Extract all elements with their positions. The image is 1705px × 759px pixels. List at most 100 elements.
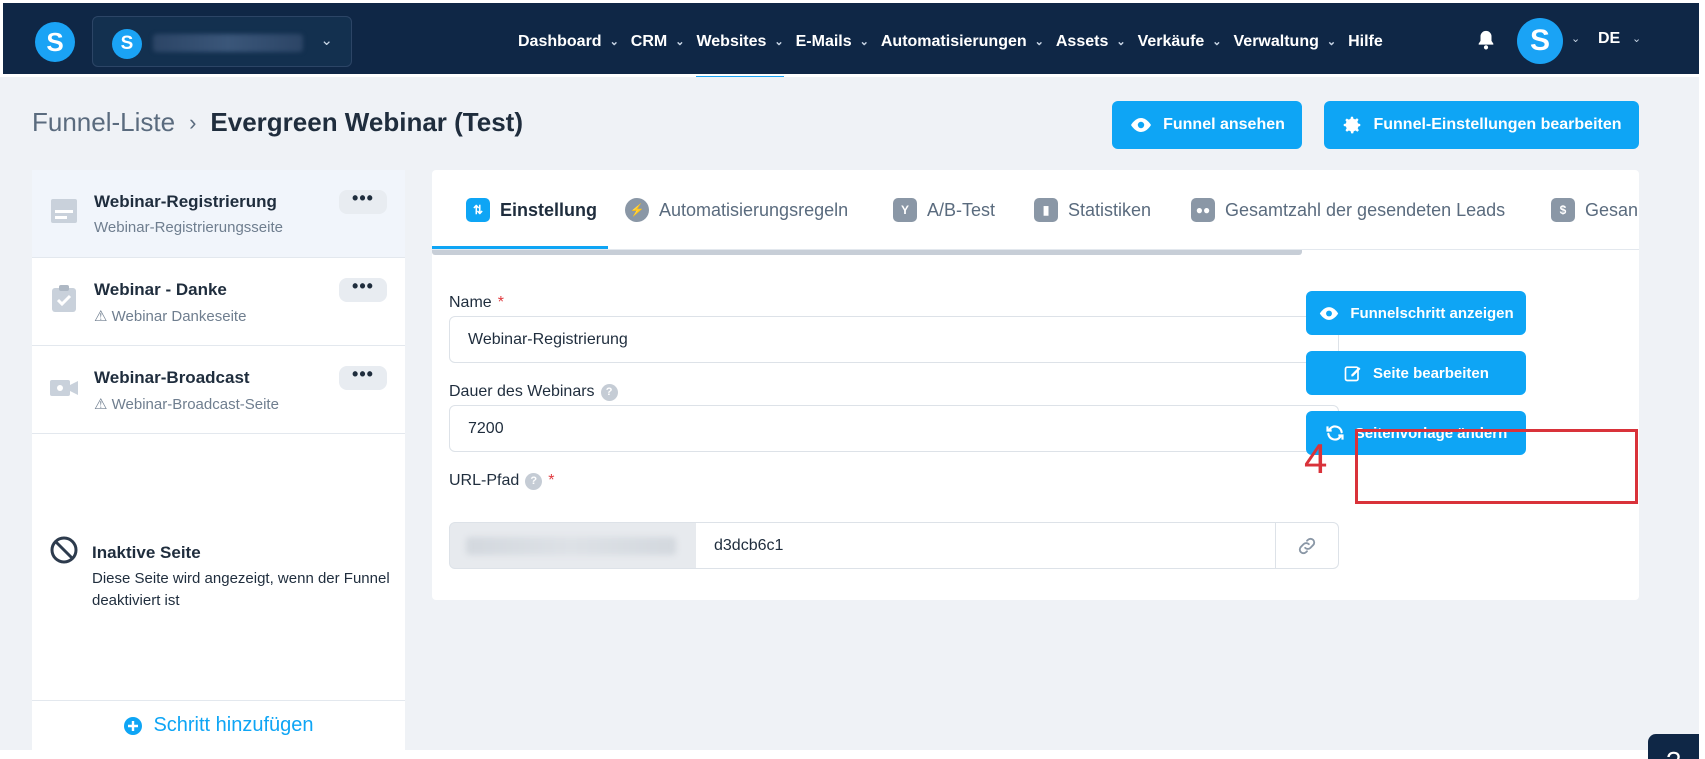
nav-websites[interactable]: Websites ⌄ bbox=[696, 3, 784, 80]
nav-verkaeufe[interactable]: Verkäufe ⌄ bbox=[1138, 3, 1222, 80]
tab-label: A/B-Test bbox=[927, 199, 996, 220]
chevron-down-icon: ⌄ bbox=[320, 32, 333, 49]
eye-icon bbox=[1131, 118, 1152, 132]
nav-label: CRM bbox=[630, 32, 668, 50]
tab-label: Gesan bbox=[1585, 199, 1639, 220]
breadcrumb-funnel-list[interactable]: Funnel-Liste bbox=[32, 107, 175, 138]
nav-label: E-Mails bbox=[795, 32, 852, 50]
nav-label: Assets bbox=[1055, 32, 1109, 50]
chevron-down-icon[interactable]: ⌄ bbox=[1571, 32, 1580, 45]
duration-input[interactable]: 7200 bbox=[449, 405, 1339, 452]
edit-icon bbox=[1344, 366, 1361, 382]
step-settings-panel: ⇅ Einstellung ⚡ Automatisierungsregeln Y… bbox=[432, 170, 1639, 600]
bolt-icon: ⚡ bbox=[625, 198, 649, 222]
edit-funnel-settings-button[interactable]: Funnel-Einstellungen bearbeiten bbox=[1324, 101, 1639, 149]
view-step-label: Funnelschritt anzeigen bbox=[1350, 304, 1514, 322]
video-camera-icon bbox=[50, 380, 78, 396]
step-webinar-broadcast[interactable]: Webinar-Broadcast ⚠ Webinar-Broadcast-Se… bbox=[32, 346, 405, 434]
tab-bar: ⇅ Einstellung ⚡ Automatisierungsregeln Y… bbox=[432, 170, 1639, 250]
nav-emails[interactable]: E-Mails ⌄ bbox=[796, 3, 869, 80]
view-step-button[interactable]: Funnelschritt anzeigen bbox=[1306, 291, 1526, 335]
account-switcher[interactable]: S ⌄ bbox=[92, 16, 352, 67]
step-title: Webinar-Registrierung bbox=[94, 192, 277, 211]
url-path-input[interactable]: d3dcb6c1 bbox=[696, 522, 1276, 569]
user-avatar[interactable]: S bbox=[1517, 18, 1563, 64]
tab-scrollbar[interactable] bbox=[432, 250, 1302, 255]
users-icon: ●● bbox=[1191, 198, 1215, 222]
chevron-down-icon: ⌄ bbox=[609, 36, 619, 48]
more-options-button[interactable]: ••• bbox=[339, 277, 387, 302]
required-mark: * bbox=[497, 294, 504, 311]
edit-page-button[interactable]: Seite bearbeiten bbox=[1306, 351, 1526, 395]
dollar-icon: $ bbox=[1551, 198, 1575, 222]
app-logo[interactable]: S bbox=[35, 22, 75, 62]
tab-label: Statistiken bbox=[1068, 199, 1152, 220]
account-logo: S bbox=[112, 29, 142, 59]
inactive-page-title[interactable]: Inaktive Seite bbox=[92, 543, 201, 563]
chevron-down-icon: ⌄ bbox=[675, 36, 685, 48]
clipboard-check-icon bbox=[52, 285, 76, 312]
nav-automatisierungen[interactable]: Automatisierungen ⌄ bbox=[881, 3, 1044, 80]
tab-statistiken[interactable]: ▮ Statistiken bbox=[1034, 198, 1151, 222]
language-selector[interactable]: DE bbox=[1598, 30, 1620, 48]
duration-label-text: Dauer des Webinars bbox=[449, 383, 595, 400]
annotation-highlight-box bbox=[1355, 429, 1638, 504]
content-area: Funnel-Liste › Evergreen Webinar (Test) … bbox=[0, 77, 1699, 759]
step-webinar-registrierung[interactable]: Webinar-Registrierung Webinar-Registrier… bbox=[32, 170, 405, 258]
nav-crm[interactable]: CRM ⌄ bbox=[631, 3, 685, 80]
chevron-down-icon: ⌄ bbox=[774, 36, 784, 48]
nav-hilfe[interactable]: Hilfe bbox=[1348, 3, 1383, 80]
tab-label: Gesamtzahl der gesendeten Leads bbox=[1225, 199, 1506, 220]
edit-page-label: Seite bearbeiten bbox=[1373, 364, 1489, 382]
help-icon[interactable]: ? bbox=[525, 472, 543, 490]
step-subtitle-text: Webinar Dankeseite bbox=[111, 308, 247, 325]
url-domain-redacted bbox=[466, 537, 676, 555]
tab-gesamtzahl-leads[interactable]: ●● Gesamtzahl der gesendeten Leads bbox=[1191, 198, 1505, 222]
help-icon[interactable]: ? bbox=[600, 383, 618, 401]
tab-gesamt-truncated[interactable]: $ Gesan bbox=[1551, 198, 1638, 222]
nav-label: Automatisierungen bbox=[880, 32, 1027, 50]
tab-ab-test[interactable]: Y A/B-Test bbox=[893, 198, 995, 222]
step-subtitle: ⚠ Webinar Dankeseite bbox=[94, 307, 246, 325]
step-subtitle: Webinar-Registrierungsseite bbox=[94, 219, 283, 236]
plus-circle-icon bbox=[124, 716, 143, 735]
annotation-step-number: 4 bbox=[1304, 435, 1328, 482]
top-navbar: S S ⌄ Dashboard ⌄ CRM ⌄ Websites ⌄ E-Mails ⌄… bbox=[0, 0, 1705, 80]
nav-assets[interactable]: Assets ⌄ bbox=[1056, 3, 1126, 80]
tab-automatisierungsregeln[interactable]: ⚡ Automatisierungsregeln bbox=[625, 198, 848, 222]
view-funnel-button[interactable]: Funnel ansehen bbox=[1112, 101, 1302, 149]
name-input[interactable]: Webinar-Registrierung bbox=[449, 316, 1339, 363]
help-button[interactable]: ? bbox=[1648, 734, 1699, 759]
step-subtitle: ⚠ Webinar-Broadcast-Seite bbox=[94, 395, 279, 413]
nav-verwaltung[interactable]: Verwaltung ⌄ bbox=[1234, 3, 1337, 80]
chevron-down-icon[interactable]: ⌄ bbox=[1632, 32, 1641, 45]
step-webinar-danke[interactable]: Webinar - Danke ⚠ Webinar Dankeseite ••• bbox=[32, 258, 405, 346]
url-path-label: URL-Pfad? * bbox=[449, 472, 554, 490]
funnel-steps-sidebar: Webinar-Registrierung Webinar-Registrier… bbox=[32, 170, 405, 750]
chevron-down-icon: ⌄ bbox=[1034, 36, 1044, 48]
nav-label: Websites bbox=[696, 32, 767, 50]
account-name-redacted bbox=[153, 34, 303, 52]
refresh-icon bbox=[1326, 425, 1344, 441]
more-options-button[interactable]: ••• bbox=[339, 189, 387, 214]
step-title: Webinar - Danke bbox=[94, 280, 227, 299]
nav-dashboard[interactable]: Dashboard ⌄ bbox=[518, 3, 619, 80]
bell-icon[interactable] bbox=[1475, 29, 1497, 51]
split-icon: Y bbox=[893, 198, 917, 222]
nav-label: Hilfe bbox=[1348, 32, 1383, 50]
chevron-down-icon: ⌄ bbox=[859, 36, 869, 48]
sliders-icon: ⇅ bbox=[466, 198, 490, 222]
add-step-button[interactable]: Schritt hinzufügen bbox=[32, 700, 405, 750]
chevron-right-icon: › bbox=[189, 109, 197, 135]
link-icon bbox=[1298, 537, 1316, 554]
active-tab-indicator bbox=[432, 246, 608, 249]
copy-link-button[interactable] bbox=[1275, 522, 1339, 569]
page-title: Evergreen Webinar (Test) bbox=[210, 107, 523, 137]
edit-funnel-settings-label: Funnel-Einstellungen bearbeiten bbox=[1373, 116, 1622, 133]
nav-label: Dashboard bbox=[518, 32, 602, 50]
inactive-page-description: Diese Seite wird angezeigt, wenn der Fun… bbox=[92, 570, 390, 609]
view-funnel-label: Funnel ansehen bbox=[1163, 116, 1285, 133]
tab-einstellung[interactable]: ⇅ Einstellung bbox=[466, 198, 597, 222]
step-title: Webinar-Broadcast bbox=[94, 368, 250, 387]
more-options-button[interactable]: ••• bbox=[339, 365, 387, 390]
